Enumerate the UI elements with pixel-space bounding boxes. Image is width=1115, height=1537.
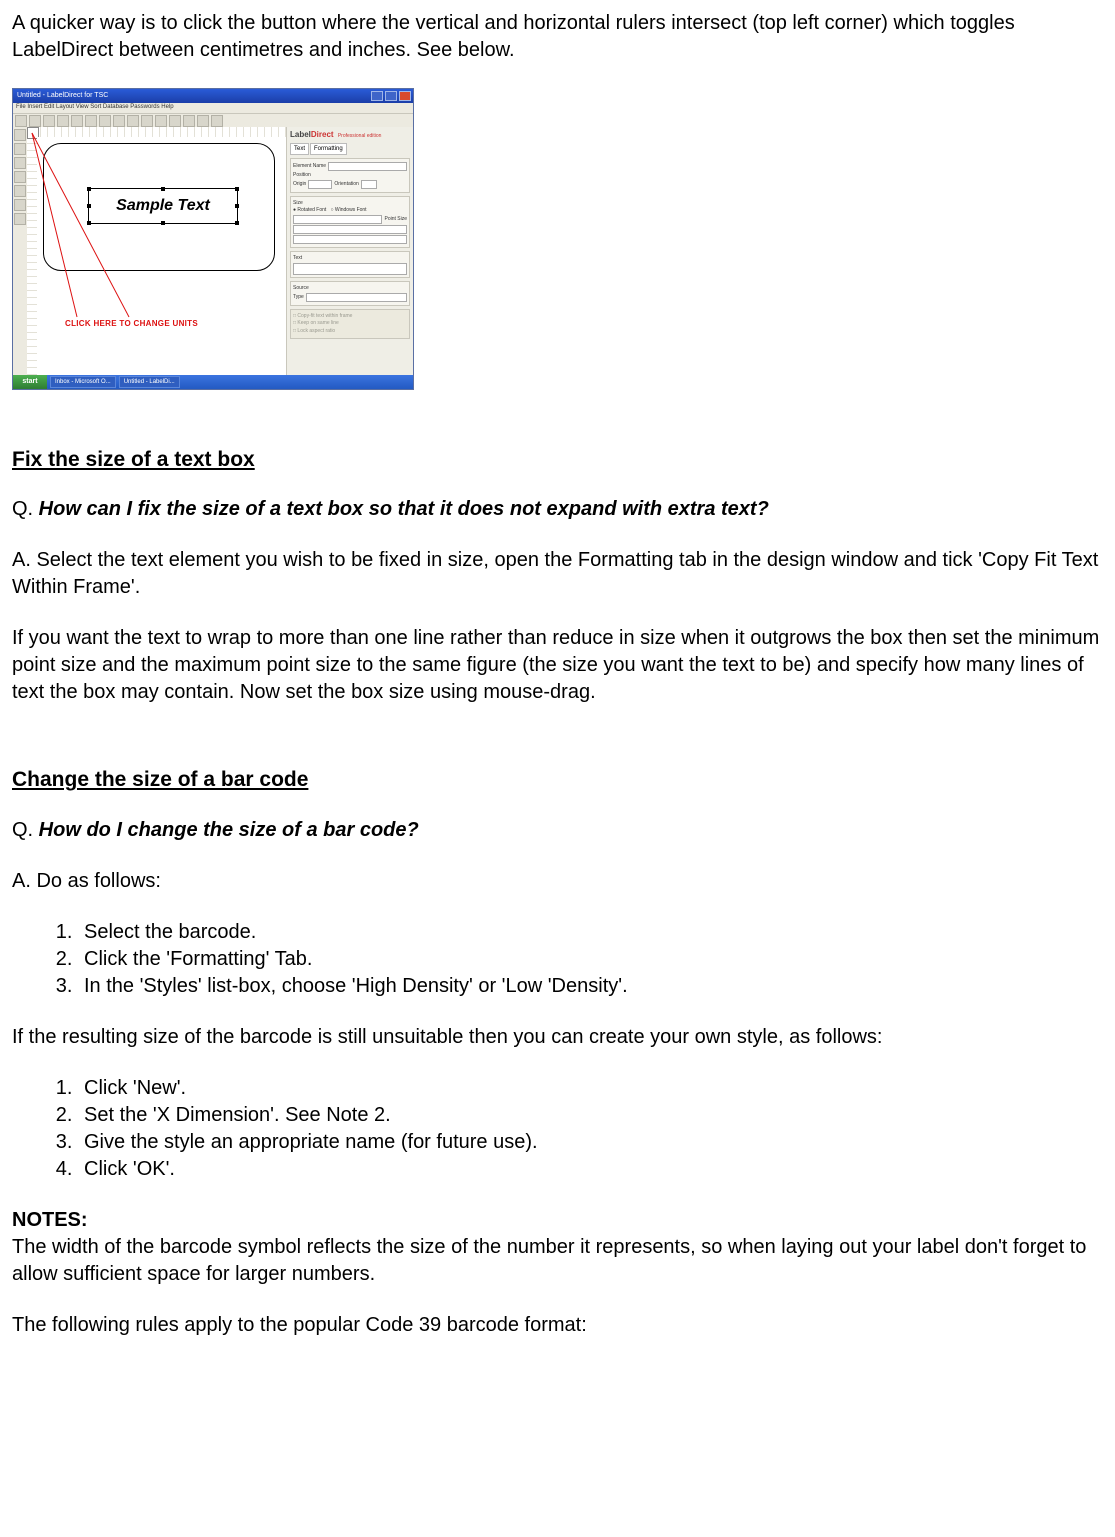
barcode-steps-list-2: Click 'New'. Set the 'X Dimension'. See … (12, 1075, 1103, 1183)
properties-panel: LabelDirect Professional edition Text Fo… (286, 127, 413, 375)
list-item: Click 'New'. (78, 1075, 1103, 1102)
windows-taskbar: start Inbox - Microsoft O... Untitled - … (13, 375, 413, 389)
list-item: Give the style an appropriate name (for … (78, 1129, 1103, 1156)
window-title: Untitled - LabelDirect for TSC (17, 91, 108, 100)
question-change-barcode: Q. How do I change the size of a bar cod… (12, 817, 1103, 844)
design-canvas[interactable]: Sample Text (37, 137, 293, 375)
labeldirect-screenshot: Untitled - LabelDirect for TSC File Inse… (12, 88, 414, 390)
taskbar-item[interactable]: Untitled - LabelDi... (119, 376, 180, 388)
start-button[interactable]: start (13, 375, 47, 389)
left-tool-strip[interactable] (13, 127, 28, 375)
question-fix-text-box: Q. How can I fix the size of a text box … (12, 496, 1103, 523)
taskbar-item[interactable]: Inbox - Microsoft O... (50, 376, 116, 388)
notes-label: NOTES: (12, 1209, 88, 1231)
list-item: Click 'OK'. (78, 1156, 1103, 1183)
list-item: Select the barcode. (78, 919, 1103, 946)
barcode-steps-list-1: Select the barcode. Click the 'Formattin… (12, 919, 1103, 1000)
close-icon[interactable] (399, 91, 411, 101)
tab-text[interactable]: Text (290, 143, 309, 155)
window-titlebar: Untitled - LabelDirect for TSC (13, 89, 413, 103)
answer-fix-text-box: A. Select the text element you wish to b… (12, 547, 1103, 601)
answer-fix-text-box-p2: If you want the text to wrap to more tha… (12, 625, 1103, 706)
notes-p1: The width of the barcode symbol reflects… (12, 1236, 1086, 1285)
notes-block: NOTES: The width of the barcode symbol r… (12, 1207, 1103, 1288)
heading-fix-text-box: Fix the size of a text box (12, 446, 1103, 474)
sample-text: Sample Text (116, 195, 210, 217)
notes-p2: The following rules apply to the popular… (12, 1312, 1103, 1339)
barcode-mid-paragraph: If the resulting size of the barcode is … (12, 1024, 1103, 1051)
heading-change-barcode: Change the size of a bar code (12, 766, 1103, 794)
tab-formatting[interactable]: Formatting (310, 143, 347, 155)
list-item: Set the 'X Dimension'. See Note 2. (78, 1102, 1103, 1129)
panel-brand: LabelDirect Professional edition (290, 130, 410, 141)
answer-change-barcode: A. Do as follows: (12, 868, 1103, 895)
list-item: In the 'Styles' list-box, choose 'High D… (78, 973, 1103, 1000)
menu-bar[interactable]: File Insert Edit Layout View Sort Databa… (13, 103, 413, 113)
maximize-icon[interactable] (385, 91, 397, 101)
intro-paragraph: A quicker way is to click the button whe… (12, 10, 1103, 64)
sample-text-box[interactable]: Sample Text (88, 188, 238, 224)
label-outline: Sample Text (43, 143, 275, 271)
minimize-icon[interactable] (371, 91, 383, 101)
text-field[interactable] (293, 263, 407, 275)
callout-label: CLICK HERE TO CHANGE UNITS (65, 319, 198, 330)
list-item: Click the 'Formatting' Tab. (78, 946, 1103, 973)
